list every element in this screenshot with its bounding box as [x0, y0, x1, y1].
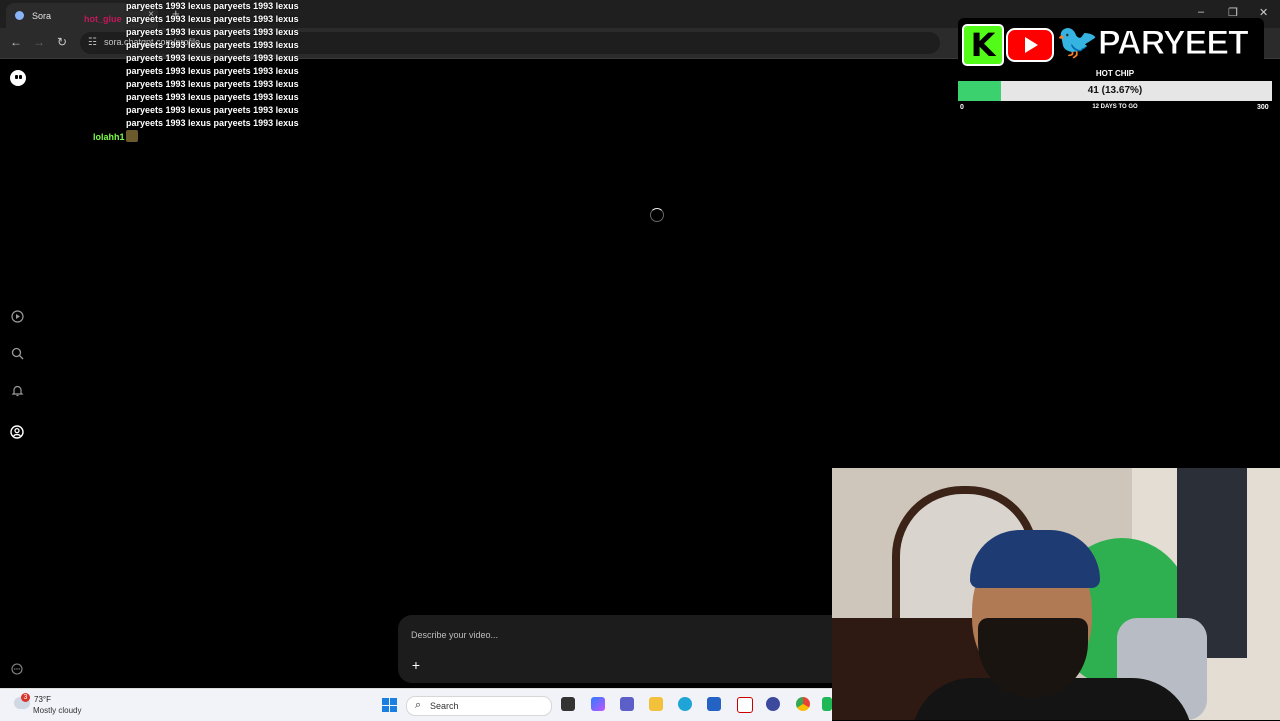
goal-progress-text: 41 (13.67%) [1087, 85, 1143, 96]
tab-title: Sora [32, 10, 52, 21]
edge-icon[interactable] [678, 697, 692, 711]
back-button[interactable]: ← [10, 35, 22, 49]
site-info-icon[interactable]: ☷ [88, 37, 97, 48]
settings-icon[interactable] [10, 662, 24, 676]
chat-message: paryeets 1993 lexus paryeets 1993 lexus [126, 66, 299, 76]
close-window-icon[interactable]: ✕ [1259, 6, 1268, 19]
weather-temperature[interactable]: 73°F [34, 695, 51, 704]
emote-icon [126, 130, 138, 142]
search-icon[interactable] [10, 346, 24, 360]
prompt-composer: + [398, 615, 832, 683]
weather-condition[interactable]: Mostly cloudy [33, 706, 81, 715]
chat-message: paryeets 1993 lexus paryeets 1993 lexus [126, 118, 299, 128]
copilot-icon[interactable] [591, 697, 605, 711]
youtube-logo-icon [1006, 28, 1054, 62]
nba-icon[interactable] [737, 697, 753, 713]
kick-logo-icon: K [962, 24, 1004, 66]
windows-start-icon[interactable] [382, 698, 397, 712]
goal-progress-bar: 41 (13.67%) [958, 81, 1272, 101]
chrome-icon[interactable] [796, 697, 810, 711]
spotify-icon[interactable] [822, 697, 832, 711]
bell-icon[interactable] [10, 383, 24, 397]
webcam-feed [832, 468, 1280, 720]
goal-title: HOT CHIP [1095, 69, 1135, 78]
chat-messages: paryeets 1993 lexus paryeets 1993 lexus … [126, 0, 299, 130]
search-icon: ⌕ [415, 699, 422, 711]
chat-message: paryeets 1993 lexus paryeets 1993 lexus [126, 53, 299, 63]
search-label: Search [430, 701, 459, 711]
store-icon[interactable] [707, 697, 721, 711]
profile-icon[interactable] [10, 425, 24, 439]
task-view-icon[interactable] [561, 697, 575, 711]
sora-favicon-icon [15, 11, 24, 20]
describe-video-input[interactable] [409, 629, 813, 641]
chat-message: paryeets 1993 lexus paryeets 1993 lexus [126, 27, 299, 37]
app-icon[interactable] [766, 697, 780, 711]
taskbar-search-input[interactable]: ⌕ Search [406, 696, 552, 716]
goal-max-label: 300 [1257, 104, 1269, 111]
forward-button[interactable]: → [33, 35, 45, 49]
chat-username-2: lolahh1 [93, 132, 125, 142]
twitter-logo-icon: 🐦 [1056, 22, 1099, 62]
chat-message: paryeets 1993 lexus paryeets 1993 lexus [126, 40, 299, 50]
chat-username: hot_glue [84, 14, 122, 24]
chat-message: paryeets 1993 lexus paryeets 1993 lexus [126, 14, 299, 24]
chat-message: paryeets 1993 lexus paryeets 1993 lexus [126, 105, 299, 115]
teams-icon[interactable] [620, 697, 634, 711]
add-attachment-button[interactable]: + [408, 657, 424, 673]
windows-taskbar: 3 73°F Mostly cloudy ⌕ Search [0, 688, 832, 721]
play-icon[interactable] [10, 309, 24, 323]
webcam-person-beanie [970, 530, 1100, 588]
chat-message: paryeets 1993 lexus paryeets 1993 lexus [126, 79, 299, 89]
goal-days-label: 12 DAYS TO GO [1092, 104, 1138, 110]
minimize-icon[interactable]: – [1198, 6, 1204, 18]
file-explorer-icon[interactable] [649, 697, 663, 711]
chat-message: paryeets 1993 lexus paryeets 1993 lexus [126, 92, 299, 102]
loading-spinner-icon [650, 208, 664, 222]
sora-logo-icon[interactable] [10, 70, 26, 86]
social-banner: K 🐦 PARYEET [958, 18, 1264, 66]
chat-message: paryeets 1993 lexus paryeets 1993 lexus [126, 1, 299, 11]
reload-button[interactable]: ↻ [57, 35, 67, 49]
weather-badge: 3 [21, 693, 30, 702]
brand-name: PARYEET [1098, 24, 1250, 63]
